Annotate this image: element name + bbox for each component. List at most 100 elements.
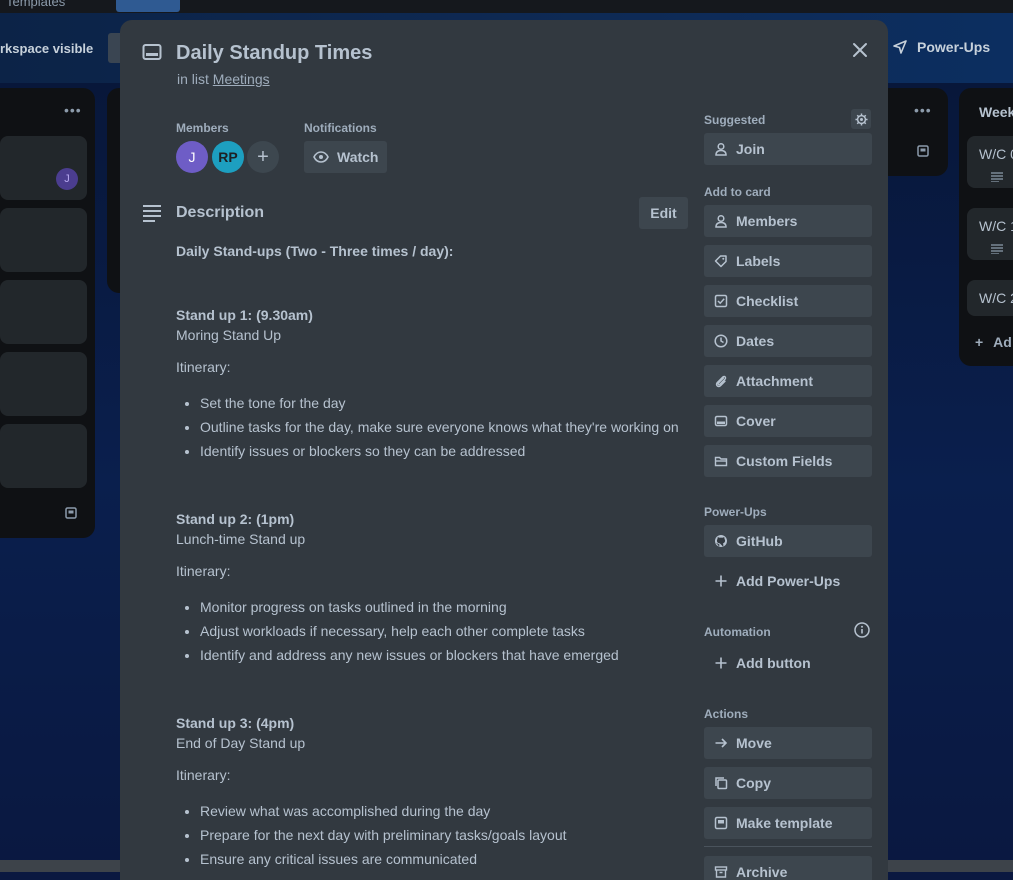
automation-info-button[interactable] — [853, 621, 871, 639]
itinerary-list: Set the tone for the day Outline tasks f… — [176, 391, 716, 463]
workspace-visibility-label[interactable]: rkspace visible — [0, 41, 93, 56]
description-intro: Daily Stand-ups (Two - Three times / day… — [176, 243, 454, 259]
labels-button[interactable]: Labels — [704, 245, 872, 277]
powerups-header-label: Power-Ups — [917, 39, 991, 55]
description-icon — [991, 172, 1003, 182]
arrow-right-icon — [715, 738, 728, 748]
add-button-button[interactable]: Add button — [704, 647, 872, 679]
list-card[interactable]: W/C 0 — [967, 136, 1013, 188]
checklist-button[interactable]: Checklist — [704, 285, 872, 317]
standup-heading: Stand up 1: (9.30am) — [176, 307, 313, 323]
edit-description-button[interactable]: Edit — [639, 197, 688, 229]
card-detail-dialog: Daily Standup Times in list Meetings Mem… — [120, 20, 888, 880]
itinerary-list: Monitor progress on tasks outlined in th… — [176, 595, 716, 667]
create-button[interactable] — [116, 0, 180, 12]
standup-heading: Stand up 2: (1pm) — [176, 511, 295, 527]
add-card-button[interactable]: + Ad — [975, 334, 1012, 350]
templates-link[interactable]: Templates — [6, 0, 65, 9]
card-template-icon[interactable] — [916, 144, 930, 158]
dates-button[interactable]: Dates — [704, 325, 872, 357]
move-button[interactable]: Move — [704, 727, 872, 759]
clock-icon — [714, 334, 728, 348]
powerups-label: Power-Ups — [704, 505, 767, 519]
add-member-button[interactable]: + — [247, 141, 279, 173]
board-list-left: ••• J — [0, 88, 95, 538]
members-button-label: Members — [736, 213, 798, 229]
github-button[interactable]: GitHub — [704, 525, 872, 557]
join-label: Join — [736, 141, 765, 157]
labels-button-label: Labels — [736, 253, 781, 269]
make-template-button[interactable]: Make template — [704, 807, 872, 839]
list-title[interactable]: Week — [979, 104, 1013, 120]
attachment-button-label: Attachment — [736, 373, 814, 389]
plus-icon: + — [975, 334, 984, 350]
copy-button[interactable]: Copy — [704, 767, 872, 799]
add-to-card-label: Add to card — [704, 185, 771, 199]
list-item: Review what was accomplished during the … — [200, 799, 716, 823]
cover-button[interactable]: Cover — [704, 405, 872, 437]
card-icon — [142, 44, 162, 60]
list-card[interactable] — [0, 424, 87, 488]
list-card[interactable]: J — [0, 136, 87, 200]
join-button[interactable]: Join — [704, 133, 872, 165]
itinerary-list: Review what was accomplished during the … — [176, 799, 716, 871]
tag-icon — [714, 255, 727, 268]
add-powerups-button[interactable]: Add Power-Ups — [704, 565, 872, 597]
standup-heading: Stand up 3: (4pm) — [176, 715, 295, 731]
template-icon — [714, 816, 728, 830]
description-icon — [991, 244, 1003, 254]
eye-icon — [313, 151, 329, 163]
list-card[interactable]: W/C 2 — [967, 280, 1013, 316]
list-menu-icon[interactable]: ••• — [64, 102, 82, 118]
cover-icon — [714, 415, 728, 427]
plus-icon: + — [257, 145, 269, 168]
card-title: W/C 1 — [979, 218, 1013, 234]
list-card[interactable] — [0, 280, 87, 344]
rocket-icon — [893, 40, 907, 54]
list-card[interactable] — [0, 352, 87, 416]
standup-subtitle: End of Day Stand up — [176, 735, 306, 751]
add-button-label: Add button — [736, 655, 811, 671]
card-title[interactable]: Daily Standup Times — [176, 42, 372, 65]
list-item: Ensure any critical issues are communica… — [200, 847, 716, 871]
add-card-label: Ad — [993, 334, 1012, 350]
list-menu-icon[interactable]: ••• — [914, 102, 932, 118]
list-item: Identify issues or blockers so they can … — [200, 439, 716, 463]
attachment-button[interactable]: Attachment — [704, 365, 872, 397]
info-icon — [854, 622, 870, 638]
suggested-settings-button[interactable] — [851, 109, 871, 129]
list-item: Set the tone for the day — [200, 391, 716, 415]
copy-icon — [715, 777, 728, 790]
list-link[interactable]: Meetings — [213, 71, 270, 87]
members-label: Members — [176, 121, 229, 135]
archive-button[interactable]: Archive — [704, 856, 872, 880]
card-list-reference: in list Meetings — [177, 71, 270, 87]
paperclip-icon — [715, 375, 727, 388]
close-icon — [853, 43, 867, 57]
copy-label: Copy — [736, 775, 771, 791]
cover-button-label: Cover — [736, 413, 776, 429]
list-card[interactable]: W/C 1 — [967, 208, 1013, 260]
standup-subtitle: Lunch-time Stand up — [176, 531, 306, 547]
notifications-label: Notifications — [304, 121, 377, 135]
card-template-icon[interactable] — [64, 506, 78, 520]
card-title: W/C 2 — [979, 290, 1013, 306]
member-avatar[interactable]: J — [176, 141, 208, 173]
members-button[interactable]: Members — [704, 205, 872, 237]
itinerary-label: Itinerary: — [176, 767, 231, 783]
custom-fields-icon — [714, 456, 728, 467]
add-powerups-label: Add Power-Ups — [736, 573, 841, 589]
close-button[interactable] — [846, 36, 874, 64]
powerups-header-button[interactable]: Power-Ups — [893, 39, 990, 55]
list-card[interactable] — [0, 208, 87, 272]
itinerary-label: Itinerary: — [176, 563, 231, 579]
in-list-prefix: in list — [177, 71, 209, 87]
gear-icon — [854, 112, 868, 126]
description-icon — [143, 205, 161, 222]
card-title: W/C 0 — [979, 146, 1013, 162]
actions-label: Actions — [704, 707, 749, 721]
watch-button[interactable]: Watch — [304, 141, 387, 173]
member-avatar[interactable]: RP — [212, 141, 244, 173]
custom-fields-button[interactable]: Custom Fields — [704, 445, 872, 477]
custom-fields-button-label: Custom Fields — [736, 453, 833, 469]
